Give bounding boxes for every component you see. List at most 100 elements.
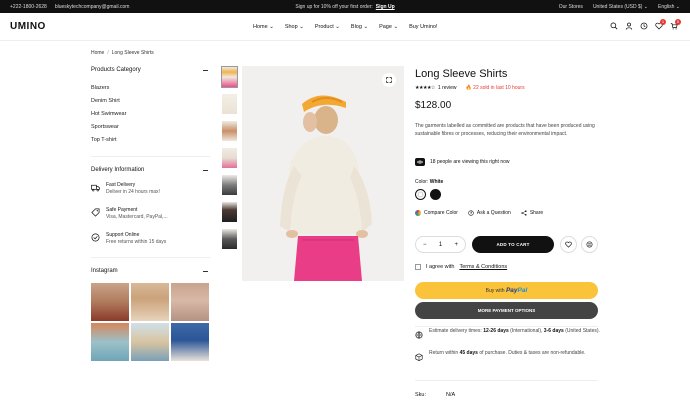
- category-title: Products Category: [91, 67, 141, 73]
- question-icon: [468, 210, 474, 216]
- share-button[interactable]: Share: [521, 210, 543, 216]
- paypal-button[interactable]: Buy with PayPal: [415, 282, 598, 299]
- terms-link[interactable]: Terms & Conditions: [459, 264, 507, 270]
- delivery-safe-payment: Safe Payment Visa, Mastercard, PayPal,...: [91, 207, 168, 221]
- breadcrumb-current: Long Sleeve Shirts: [111, 50, 154, 56]
- user-icon[interactable]: [625, 22, 633, 30]
- support-sub: Free returns within 15 days: [106, 239, 167, 245]
- instagram-photo[interactable]: [171, 323, 209, 361]
- return-box-icon: [415, 353, 423, 361]
- top-bar: +222-1800-2628 blueskytechcompany@gmail.…: [0, 0, 690, 13]
- viewing-indicator: 18 people are viewing this right now: [415, 158, 510, 166]
- eye-icon: [415, 158, 425, 166]
- delivery-estimate: Estimate delivery times: 12-26 days (Int…: [415, 327, 600, 339]
- color-label: Color: White: [415, 179, 444, 185]
- collapse-delivery-icon[interactable]: [203, 170, 208, 171]
- instagram-title: Instagram: [91, 268, 118, 274]
- main-product-image[interactable]: [242, 66, 404, 281]
- nav-page[interactable]: Page ⌄: [379, 24, 398, 30]
- category-top-tshirt[interactable]: Top T-shirt: [91, 137, 117, 143]
- thumbnail-image[interactable]: [221, 147, 238, 169]
- share-icon: [521, 210, 527, 216]
- more-payment-options-button[interactable]: MORE PAYMENT OPTIONS: [415, 302, 598, 319]
- thumbnail-image[interactable]: [221, 66, 238, 88]
- divider: [415, 380, 598, 381]
- qty-increase-button[interactable]: +: [454, 242, 458, 248]
- compare-color-button[interactable]: Compare Color: [415, 210, 458, 216]
- swatch-black[interactable]: [430, 189, 441, 200]
- wishlist-icon[interactable]: 1: [655, 19, 666, 30]
- color-swatches: [415, 189, 441, 200]
- support-title: Support Online: [106, 232, 140, 238]
- compare-button[interactable]: [581, 236, 598, 253]
- category-denim-shirt[interactable]: Denim Shirt: [91, 98, 120, 104]
- rating-stars[interactable]: ★★★★☆: [415, 85, 435, 91]
- sku-row: Sku: N/A: [415, 392, 455, 398]
- sku-value: N/A: [446, 392, 456, 398]
- category-sportswear[interactable]: Sportswear: [91, 124, 119, 130]
- product-actions: Compare Color Ask a Question Share: [415, 210, 543, 216]
- instagram-grid: [91, 283, 209, 361]
- instagram-photo[interactable]: [91, 283, 129, 321]
- payment-tag-icon: [91, 208, 100, 217]
- zoom-button[interactable]: [382, 73, 396, 87]
- product-title: Long Sleeve Shirts: [415, 68, 508, 80]
- wishlist-button[interactable]: [560, 236, 577, 253]
- breadcrumb-home[interactable]: Home: [91, 50, 104, 56]
- delivery-fast: Fast Delivery Deliver in 24 hours max!: [91, 182, 160, 196]
- thumbnail-image[interactable]: [221, 174, 238, 196]
- thumbnail-image[interactable]: [221, 201, 238, 223]
- search-icon[interactable]: [610, 22, 618, 30]
- category-blazers[interactable]: Blazers: [91, 85, 109, 91]
- nav-product[interactable]: Product ⌄: [315, 24, 340, 30]
- check-circle-icon: [91, 233, 100, 242]
- ask-question-button[interactable]: Ask a Question: [468, 210, 511, 216]
- instagram-photo[interactable]: [171, 283, 209, 321]
- delivery-fast-sub: Deliver in 24 hours max!: [106, 189, 160, 195]
- heart-icon: [565, 241, 572, 248]
- instagram-photo[interactable]: [131, 283, 169, 321]
- breadcrumb: Home / Long Sleeve Shirts: [91, 50, 154, 56]
- product-photo: [242, 66, 404, 281]
- thumbnail-image[interactable]: [221, 93, 238, 115]
- category-hot-swimwear[interactable]: Hot Swimwear: [91, 111, 126, 117]
- compare-icon: [586, 241, 593, 248]
- signup-link[interactable]: Sign Up: [376, 4, 395, 10]
- thumbnail-image[interactable]: [221, 120, 238, 142]
- wishlist-count-badge: 1: [660, 19, 666, 25]
- promo-text: Sign up for 10% off your first order:: [295, 4, 373, 10]
- main-nav: Home ⌄ Shop ⌄ Product ⌄ Blog ⌄ Page ⌄ Bu…: [253, 24, 438, 30]
- quantity-stepper: − 1 +: [415, 236, 466, 253]
- agree-checkbox[interactable]: [415, 264, 421, 270]
- safe-payment-title: Safe Payment: [106, 207, 138, 213]
- add-to-cart-button[interactable]: ADD TO CART: [472, 236, 554, 253]
- delivery-fast-title: Fast Delivery: [106, 182, 136, 188]
- product-meta: ★★★★☆ 1 review 🔥 22 sold in last 10 hour…: [415, 85, 525, 91]
- logo[interactable]: UMINO: [10, 21, 46, 32]
- nav-home[interactable]: Home ⌄: [253, 24, 274, 30]
- cart-icon[interactable]: 0: [670, 19, 681, 30]
- collapse-category-icon[interactable]: [203, 70, 208, 71]
- globe-icon: [415, 331, 423, 339]
- collapse-instagram-icon[interactable]: [203, 271, 208, 272]
- nav-blog[interactable]: Blog ⌄: [351, 24, 368, 30]
- review-count[interactable]: 1 review: [438, 85, 457, 91]
- currency-selector[interactable]: United States (USD $) ⌄: [593, 4, 648, 10]
- history-icon[interactable]: [640, 22, 648, 30]
- thumbnail-image[interactable]: [221, 228, 238, 250]
- instagram-photo[interactable]: [91, 323, 129, 361]
- swatch-white[interactable]: [415, 189, 426, 200]
- instagram-photo[interactable]: [131, 323, 169, 361]
- nav-buy-umino[interactable]: Buy Umino!: [409, 24, 437, 30]
- our-stores-link[interactable]: Our Stores: [559, 4, 583, 10]
- sold-count: 🔥 22 sold in last 10 hours: [465, 85, 525, 91]
- qty-value[interactable]: 1: [439, 242, 442, 248]
- sku-label: Sku:: [415, 392, 427, 398]
- qty-decrease-button[interactable]: −: [423, 242, 427, 248]
- language-selector[interactable]: English ⌄: [658, 4, 680, 10]
- nav-shop[interactable]: Shop ⌄: [285, 24, 304, 30]
- product-description: The garments labelled as committed are p…: [415, 123, 595, 137]
- agree-text: I agree with: [426, 264, 455, 270]
- paypal-logo: PayPal: [505, 287, 528, 294]
- terms-agreement: I agree with Terms & Conditions: [415, 264, 507, 270]
